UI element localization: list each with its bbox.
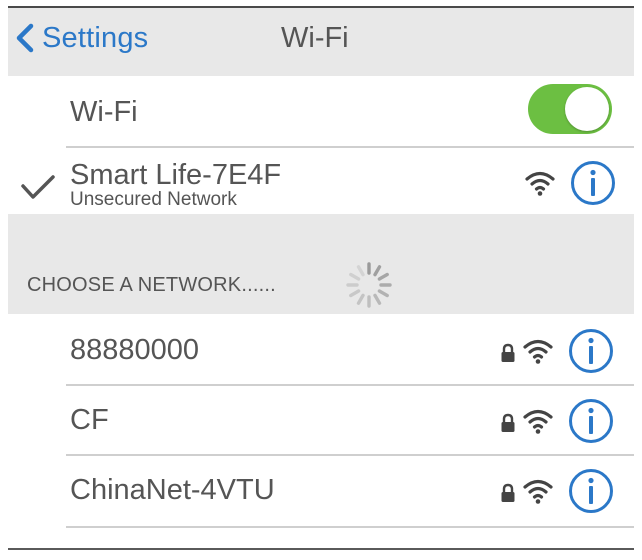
separator [66, 384, 634, 386]
info-icon[interactable] [568, 468, 614, 514]
back-button-label: Settings [42, 21, 149, 54]
toggle-knob [565, 87, 609, 131]
lock-icon [501, 413, 515, 432]
wifi-signal-icon [523, 339, 553, 364]
connected-network-status: Unsecured Network [70, 189, 237, 210]
network-row[interactable]: 88880000 [8, 322, 634, 384]
separator [66, 454, 634, 456]
network-row[interactable]: ChinaNet-4VTU [8, 462, 634, 524]
page-title: Wi-Fi [281, 22, 349, 54]
info-icon[interactable] [568, 328, 614, 374]
info-icon[interactable] [568, 398, 614, 444]
back-button[interactable]: Settings [14, 18, 148, 58]
wifi-signal-icon [523, 409, 553, 434]
separator [66, 526, 634, 528]
network-status-icons [500, 328, 614, 374]
lock-icon [501, 343, 515, 362]
network-row[interactable]: CF [8, 392, 634, 454]
info-icon[interactable] [570, 160, 616, 206]
wifi-signal-icon [525, 171, 555, 196]
wifi-toggle-switch[interactable] [528, 84, 612, 134]
bottom-border [8, 548, 634, 550]
checkmark-icon [21, 175, 55, 199]
network-name: CF [70, 404, 109, 436]
network-status-icons [500, 468, 614, 514]
network-name: ChinaNet-4VTU [70, 474, 275, 506]
connected-network-name: Smart Life-7E4F [70, 159, 282, 191]
separator [66, 146, 634, 148]
section-title: CHOOSE A NETWORK...... [27, 274, 276, 296]
wifi-toggle-label: Wi-Fi [70, 96, 138, 128]
lock-icon [501, 483, 515, 502]
connected-network[interactable]: Smart Life-7E4F Unsecured Network [70, 160, 281, 214]
network-name: 88880000 [70, 334, 200, 366]
wifi-signal-icon [523, 479, 553, 504]
chevron-left-icon [16, 23, 34, 53]
connected-network-icons [524, 160, 616, 206]
section-header [8, 214, 634, 314]
loading-spinner-icon [346, 262, 392, 308]
network-status-icons [500, 398, 614, 444]
